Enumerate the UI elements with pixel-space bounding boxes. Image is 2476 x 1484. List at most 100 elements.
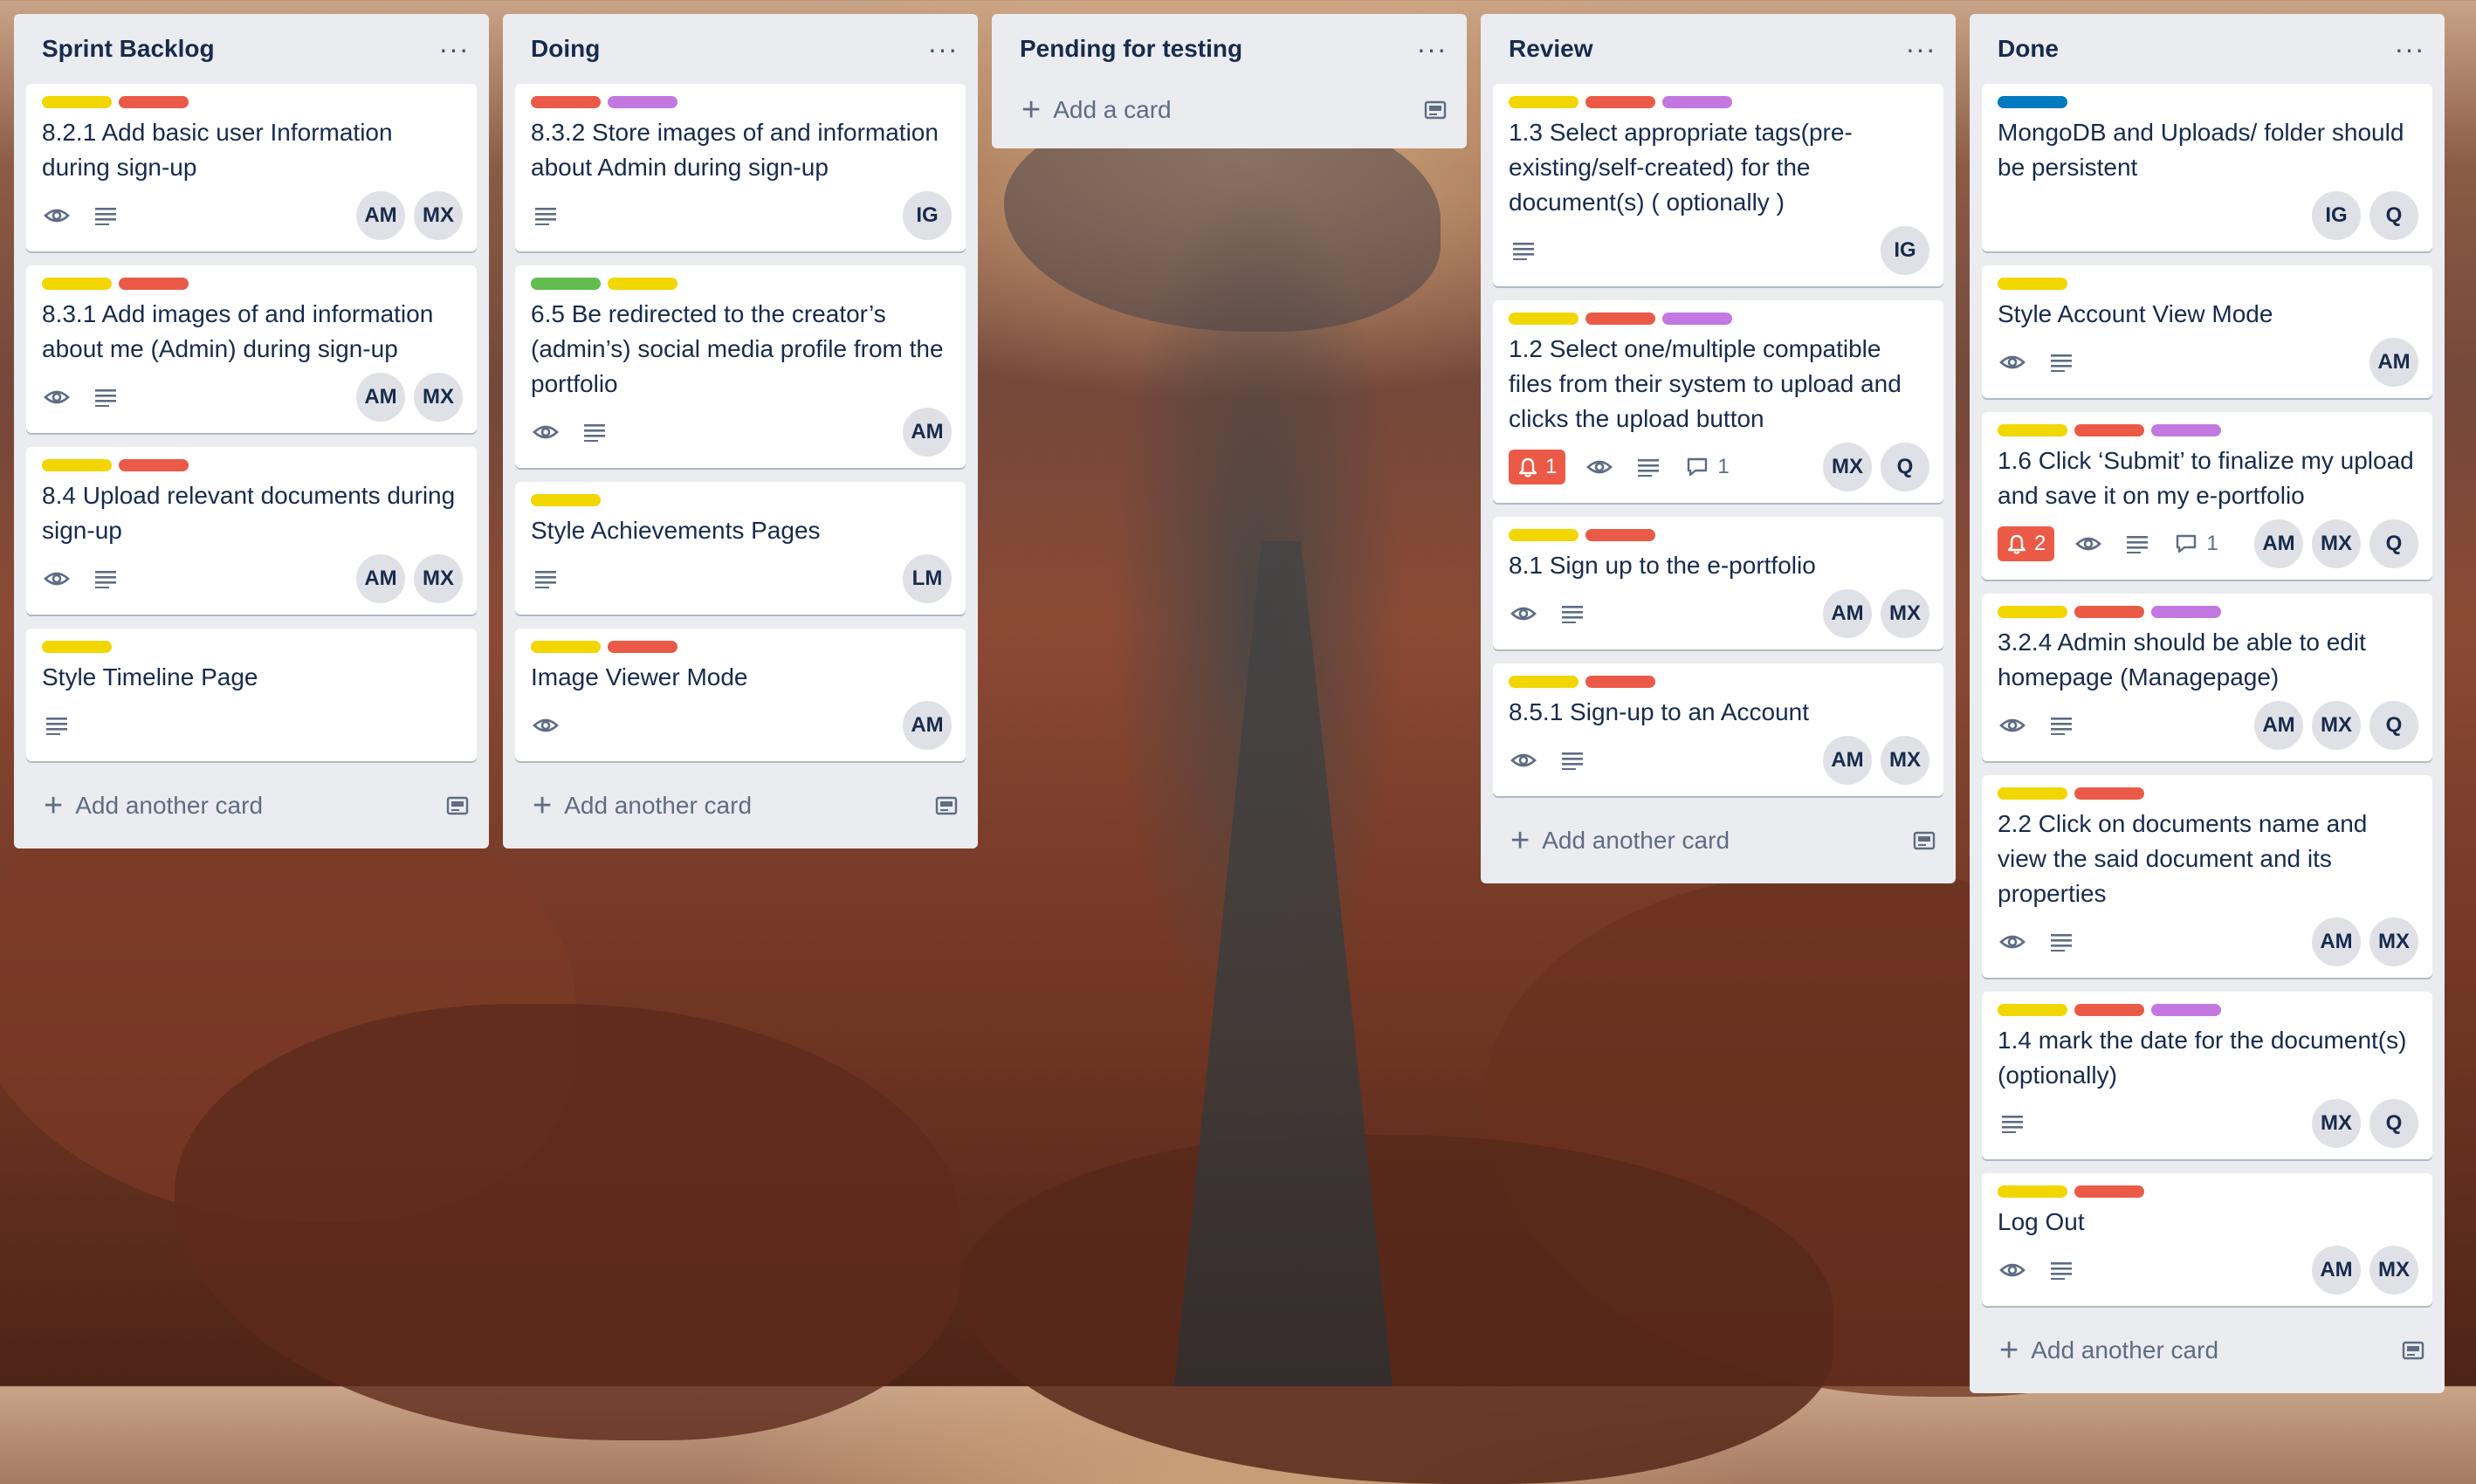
template-icon[interactable] <box>445 794 470 818</box>
avatar[interactable]: AM <box>2254 519 2303 568</box>
card[interactable]: 6.5 Be redirected to the creator’s (admi… <box>515 265 966 468</box>
label-yellow[interactable] <box>42 278 112 290</box>
label-red[interactable] <box>1585 529 1655 541</box>
label-red[interactable] <box>2074 424 2144 436</box>
label-red[interactable] <box>1585 96 1655 108</box>
card[interactable]: Style Account View Mode AM <box>1982 265 2432 398</box>
add-card-button[interactable]: + Add another card <box>1982 1320 2432 1381</box>
label-yellow[interactable] <box>42 459 112 471</box>
card[interactable]: Style Timeline Page <box>26 629 477 761</box>
label-yellow[interactable] <box>1998 606 2067 618</box>
add-card-button[interactable]: + Add another card <box>1493 810 1943 871</box>
avatar[interactable]: MX <box>2312 1099 2361 1148</box>
label-red[interactable] <box>2074 787 2144 800</box>
avatar[interactable]: IG <box>2312 191 2361 240</box>
avatar[interactable]: Q <box>2369 519 2418 568</box>
label-green[interactable] <box>531 278 601 290</box>
card[interactable]: 8.3.1 Add images of and information abou… <box>26 265 477 433</box>
avatar[interactable]: IG <box>1881 226 1929 275</box>
label-blue[interactable] <box>1998 96 2067 108</box>
avatar[interactable]: IG <box>903 191 952 240</box>
label-red[interactable] <box>1585 676 1655 688</box>
label-yellow[interactable] <box>42 641 112 653</box>
more-icon[interactable]: ··· <box>1903 35 1938 63</box>
avatar[interactable]: MX <box>414 373 463 422</box>
avatar[interactable]: MX <box>2312 701 2361 750</box>
label-yellow[interactable] <box>531 641 601 653</box>
card[interactable]: 1.6 Click ‘Submit’ to finalize my upload… <box>1982 412 2432 580</box>
avatar[interactable]: Q <box>1881 443 1929 491</box>
label-yellow[interactable] <box>1998 424 2067 436</box>
add-card-button[interactable]: + Add a card <box>1004 84 1455 136</box>
card[interactable]: Image Viewer Mode AM <box>515 629 966 761</box>
avatar[interactable]: AM <box>1823 589 1872 638</box>
avatar[interactable]: AM <box>2254 701 2303 750</box>
label-red[interactable] <box>531 96 601 108</box>
label-yellow[interactable] <box>1509 96 1578 108</box>
list-title[interactable]: Review <box>1509 35 1593 63</box>
avatar[interactable]: AM <box>1823 736 1872 785</box>
card[interactable]: 8.3.2 Store images of and information ab… <box>515 84 966 251</box>
avatar[interactable]: AM <box>2312 917 2361 966</box>
due-badge[interactable]: 2 <box>1998 526 2055 561</box>
avatar[interactable]: AM <box>903 701 952 750</box>
card[interactable]: 3.2.4 Admin should be able to edit homep… <box>1982 594 2432 761</box>
avatar[interactable]: MX <box>414 554 463 603</box>
more-icon[interactable]: ··· <box>925 35 960 63</box>
avatar[interactable]: AM <box>2369 338 2418 387</box>
card[interactable]: 1.3 Select appropriate tags(pre-existing… <box>1493 84 1943 286</box>
list-title[interactable]: Pending for testing <box>1020 35 1242 63</box>
label-red[interactable] <box>2074 1185 2144 1198</box>
avatar[interactable]: MX <box>1823 443 1872 491</box>
label-red[interactable] <box>119 96 189 108</box>
label-yellow[interactable] <box>1998 278 2067 290</box>
label-yellow[interactable] <box>1998 1004 2067 1016</box>
avatar[interactable]: AM <box>903 408 952 457</box>
label-purple[interactable] <box>1662 313 1732 325</box>
label-yellow[interactable] <box>1509 676 1578 688</box>
template-icon[interactable] <box>2401 1338 2425 1363</box>
avatar[interactable]: MX <box>2312 519 2361 568</box>
list-title[interactable]: Done <box>1998 35 2059 63</box>
avatar[interactable]: AM <box>356 191 405 240</box>
label-purple[interactable] <box>2151 424 2221 436</box>
avatar[interactable]: Q <box>2369 701 2418 750</box>
card[interactable]: 2.2 Click on documents name and view the… <box>1982 775 2432 978</box>
label-red[interactable] <box>608 641 677 653</box>
label-red[interactable] <box>119 459 189 471</box>
avatar[interactable]: Q <box>2369 1099 2418 1148</box>
avatar[interactable]: MX <box>2369 917 2418 966</box>
add-card-button[interactable]: + Add another card <box>26 775 477 836</box>
label-yellow[interactable] <box>1509 529 1578 541</box>
label-yellow[interactable] <box>1998 1185 2067 1198</box>
more-icon[interactable]: ··· <box>437 35 471 63</box>
template-icon[interactable] <box>934 794 959 818</box>
avatar[interactable]: MX <box>1881 589 1929 638</box>
card[interactable]: Style Achievements Pages LM <box>515 482 966 615</box>
card[interactable]: 8.2.1 Add basic user Information during … <box>26 84 477 251</box>
label-yellow[interactable] <box>1998 787 2067 800</box>
more-icon[interactable]: ··· <box>1414 35 1449 63</box>
card[interactable]: Log Out AM MX <box>1982 1173 2432 1306</box>
template-icon[interactable] <box>1423 98 1448 122</box>
label-yellow[interactable] <box>42 96 112 108</box>
list-title[interactable]: Sprint Backlog <box>42 35 215 63</box>
label-purple[interactable] <box>608 96 677 108</box>
avatar[interactable]: MX <box>414 191 463 240</box>
card[interactable]: 8.5.1 Sign-up to an Account AM MX <box>1493 663 1943 796</box>
card[interactable]: 1.4 mark the date for the document(s) (o… <box>1982 992 2432 1159</box>
avatar[interactable]: LM <box>903 554 952 603</box>
card[interactable]: 8.4 Upload relevant documents during sig… <box>26 447 477 615</box>
label-red[interactable] <box>2074 1004 2144 1016</box>
label-purple[interactable] <box>2151 1004 2221 1016</box>
label-yellow[interactable] <box>608 278 677 290</box>
label-purple[interactable] <box>1662 96 1732 108</box>
list-title[interactable]: Doing <box>531 35 600 63</box>
avatar[interactable]: Q <box>2369 191 2418 240</box>
card[interactable]: 8.1 Sign up to the e-portfolio AM MX <box>1493 517 1943 649</box>
more-icon[interactable]: ··· <box>2392 35 2427 63</box>
label-yellow[interactable] <box>531 494 601 506</box>
avatar[interactable]: MX <box>1881 736 1929 785</box>
avatar[interactable]: AM <box>356 554 405 603</box>
avatar[interactable]: AM <box>2312 1246 2361 1295</box>
